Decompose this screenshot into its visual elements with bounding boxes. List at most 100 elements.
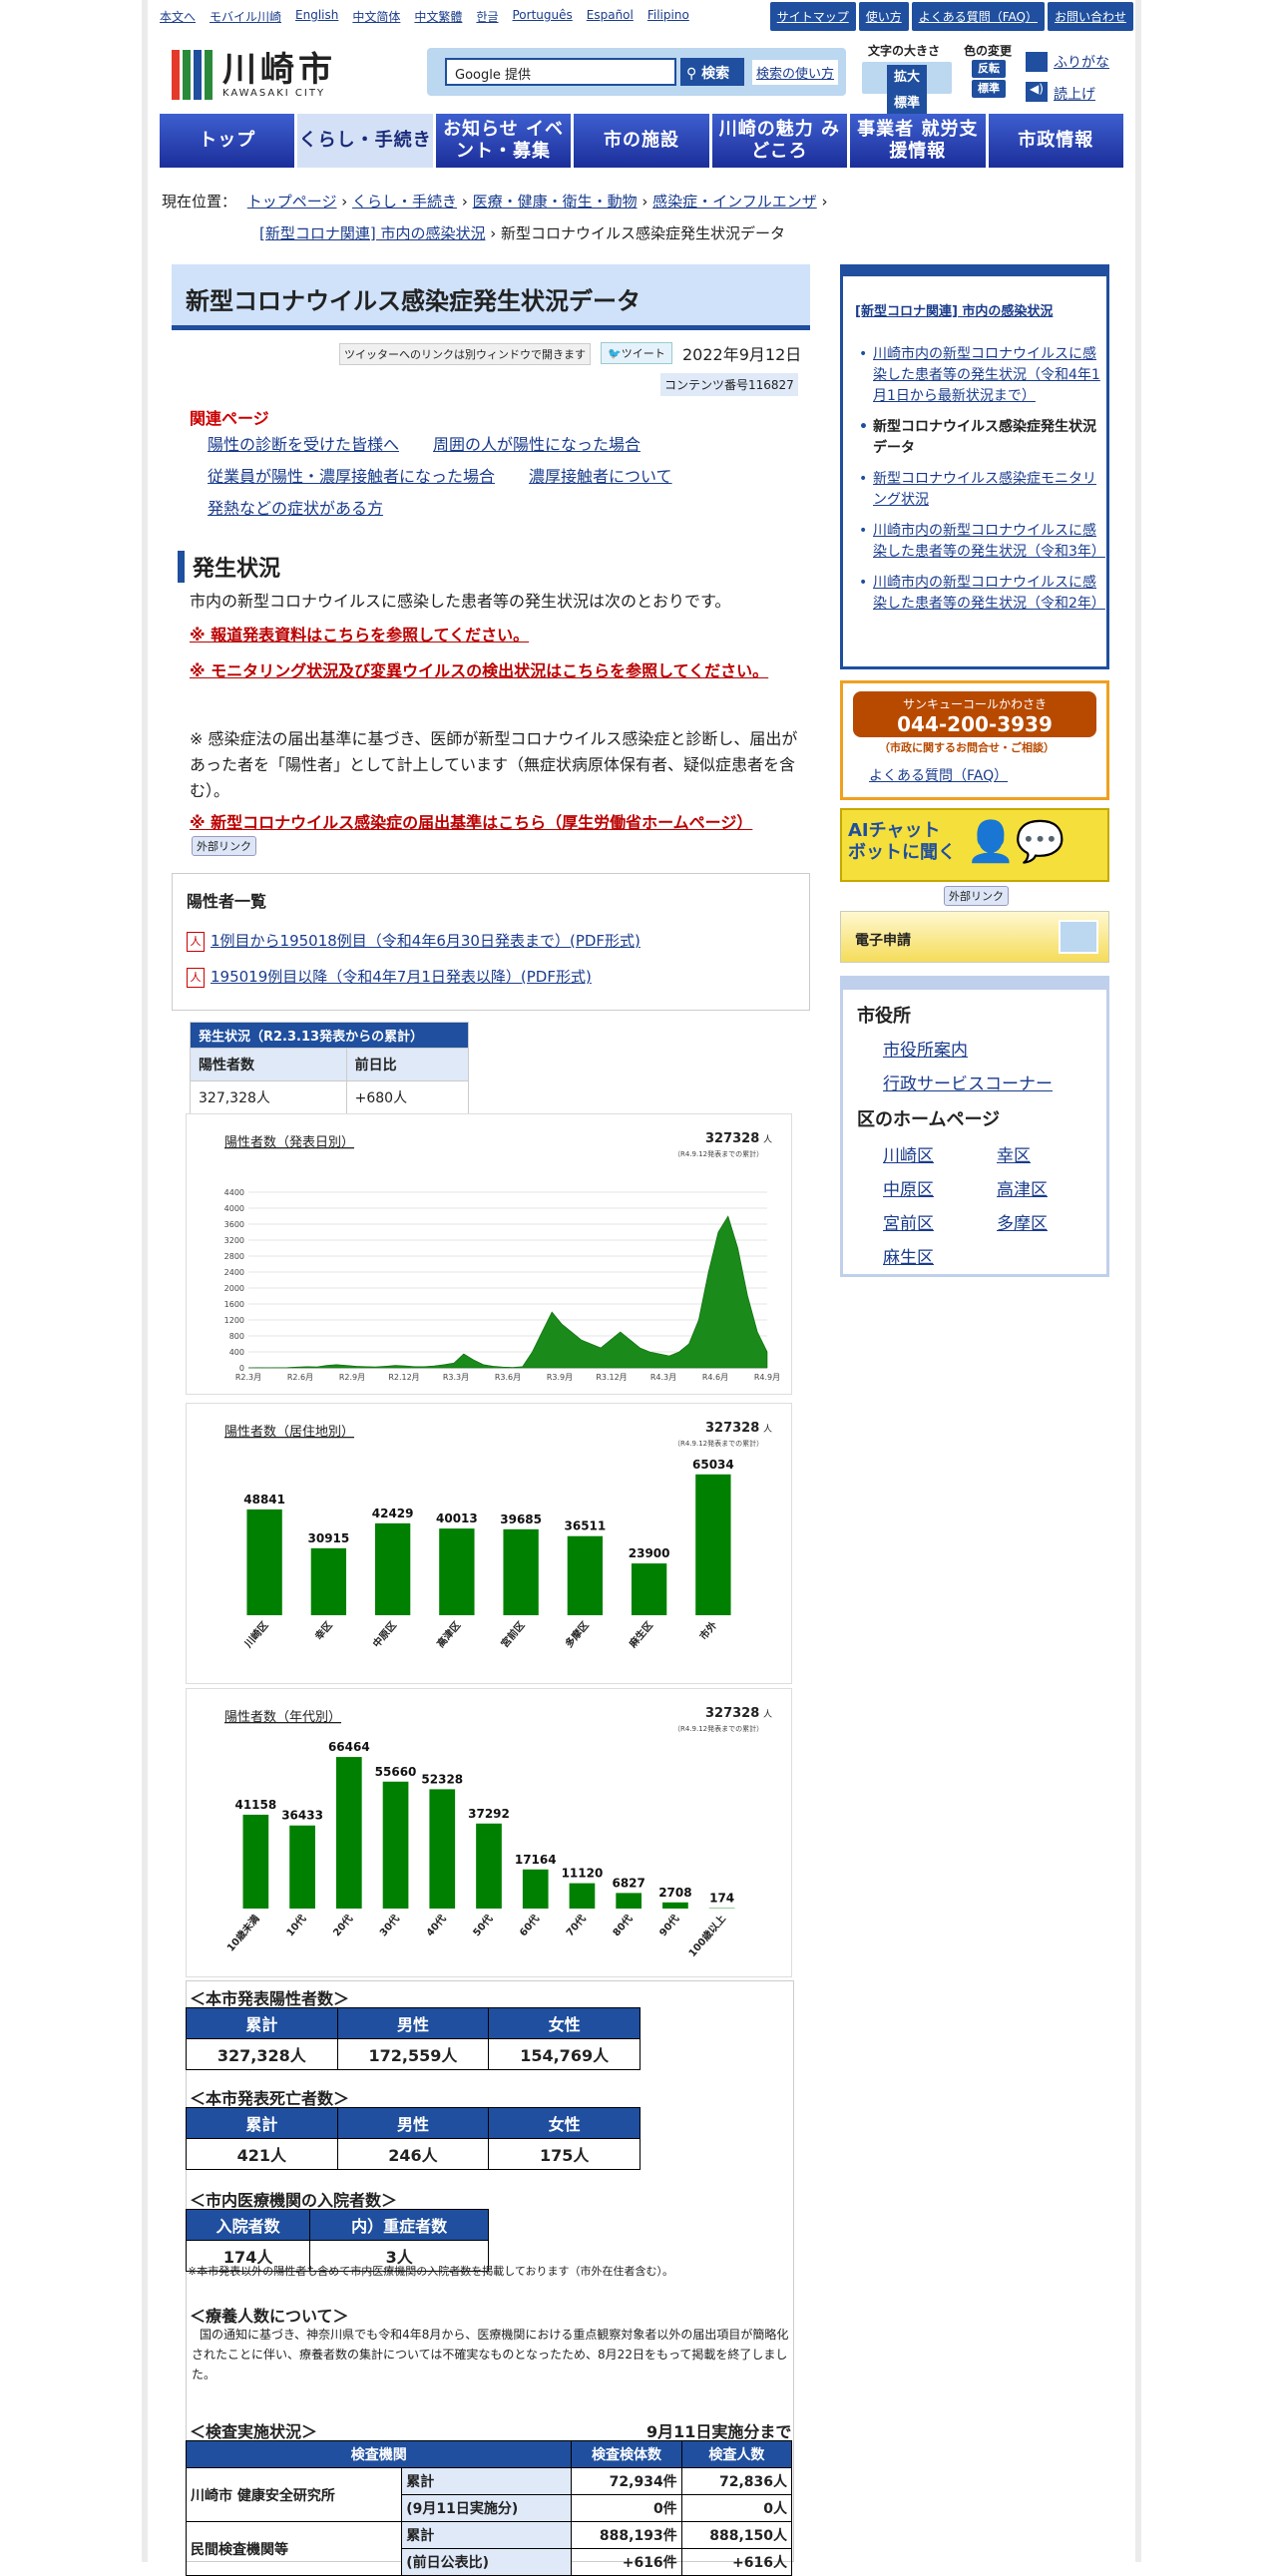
search-help-link[interactable]: 検索の使い方 <box>752 60 838 85</box>
nav-shisetsu[interactable]: 市の施設 <box>574 114 708 168</box>
x-tick-label: 麻生区 <box>626 1619 655 1651</box>
search-area: Google 提供 ⚲ 検索 検索の使い方 <box>427 48 846 96</box>
x-tick-label: R2.3月 <box>235 1373 261 1382</box>
search-icon: ⚲ <box>686 66 696 82</box>
ward-link-saiwai[interactable]: 幸区 <box>997 1141 1031 1166</box>
font-enlarge-button[interactable]: 拡大 <box>887 65 927 91</box>
x-tick-label: 10歳未満 <box>223 1913 261 1954</box>
side-nav-item[interactable]: 川崎市内の新型コロナウイルスに感染した患者等の発生状況（令和2年） <box>857 573 1102 615</box>
ward-link-miyamae[interactable]: 宮前区 <box>883 1209 934 1234</box>
city-link[interactable]: 市役所案内 <box>883 1036 968 1061</box>
related-heading: 関連ページ <box>190 407 808 431</box>
test-samples: 0件 <box>572 2495 681 2522</box>
positives-total: 327,328人 <box>187 2039 338 2070</box>
contact-link[interactable]: お問い合わせ <box>1048 2 1133 31</box>
related-link-positive[interactable]: 陽性の診断を受けた皆様へ <box>208 431 399 459</box>
nav-miryoku[interactable]: 川崎の魅力 みどころ <box>712 114 847 168</box>
chart-note: （R4.9.12発表までの累計） <box>673 1439 763 1448</box>
chatbot-icon: 👤💬 <box>966 818 1066 865</box>
util-link-spanish[interactable]: Español <box>587 8 634 25</box>
e-application-banner[interactable]: 電子申請 <box>840 911 1109 963</box>
nav-top[interactable]: トップ <box>160 114 294 168</box>
callcenter-banner[interactable]: サンキューコールかわさき 044-200-3939 <box>853 691 1096 737</box>
bar <box>570 1884 596 1909</box>
nav-kurashi[interactable]: くらし・手続き <box>297 114 432 168</box>
ward-link-takatsu[interactable]: 高津区 <box>997 1175 1048 1200</box>
test-org: 川崎市 健康安全研究所 <box>187 2468 402 2522</box>
tests-table: 検査機関検査検体数検査人数 川崎市 健康安全研究所累計72,934件72,836… <box>186 2440 792 2576</box>
breadcrumb-kurashi[interactable]: くらし・手続き <box>352 193 457 211</box>
chart-unit: 人 <box>763 1424 772 1435</box>
bar <box>375 1523 410 1615</box>
breadcrumb-top[interactable]: トップページ <box>247 193 337 211</box>
x-tick-label: R3.6月 <box>495 1373 521 1382</box>
furigana-link[interactable]: ふりがな <box>1054 52 1109 72</box>
tweet-button[interactable]: 🐦ツイート <box>601 342 672 364</box>
ward-link-kawasaki[interactable]: 川崎区 <box>883 1141 934 1166</box>
chart-title: 陽性者数（年代別） <box>224 1710 341 1725</box>
util-link-portuguese[interactable]: Português <box>513 8 573 25</box>
color-standard-button[interactable]: 標準 <box>972 80 1006 98</box>
data-label: 37292 <box>468 1807 510 1821</box>
x-tick-label: 80代 <box>610 1913 635 1939</box>
color-label: 色の変更 <box>964 42 1012 59</box>
positive-list-heading: 陽性者一覧 <box>187 888 266 912</box>
util-link-zh-tw[interactable]: 中文繁體 <box>414 8 462 25</box>
th-inpatients: 入院者数 <box>187 2210 310 2241</box>
monitoring-link[interactable]: ※ モニタリング状況及び変異ウイルスの検出状況はこちらを参照してください。 <box>190 658 810 684</box>
breadcrumb-iryo[interactable]: 医療・健康・衛生・動物 <box>473 193 638 211</box>
related-link-fever[interactable]: 発熱などの症状がある方 <box>208 495 383 523</box>
chart-note: （R4.9.12発表までの累計） <box>673 1724 763 1733</box>
util-link-mobile[interactable]: モバイル川崎 <box>210 8 281 25</box>
related-link-surrounding[interactable]: 周囲の人が陽性になった場合 <box>433 431 640 459</box>
test-org: 民間検査機関等 <box>187 2522 402 2576</box>
related-link-employee[interactable]: 従業員が陽性・濃厚接触者になった場合 <box>208 459 495 495</box>
side-nav-item[interactable]: 川崎市内の新型コロナウイルスに感染した患者等の発生状況（令和4年1月1日から最新… <box>857 344 1102 407</box>
util-link-skip[interactable]: 本文へ <box>160 8 196 25</box>
ai-chatbot-banner[interactable]: AIチャットボットに聞く 👤💬 <box>840 808 1109 882</box>
section-note: ※ 感染症法の届出基準に基づき、医師が新型コロナウイルス感染症と診断し、届出があ… <box>190 726 810 804</box>
list-item[interactable]: 人1例目から195018例目（令和4年6月30日発表まで）(PDF形式) <box>187 930 640 952</box>
callcenter-faq-link[interactable]: よくある質問（FAQ） <box>869 765 1008 785</box>
util-link-filipino[interactable]: Filipino <box>647 8 689 25</box>
color-invert-button[interactable]: 反転 <box>972 60 1006 78</box>
nav-jigyosha[interactable]: 事業者 就労支援情報 <box>850 114 985 168</box>
speaker-icon: ◀) <box>1026 82 1048 102</box>
ward-link-asao[interactable]: 麻生区 <box>883 1243 934 1268</box>
side-nav-heading[interactable]: [新型コロナ関連] 市内の感染状況 <box>855 300 1053 319</box>
series-area <box>248 1216 767 1368</box>
breadcrumb-covid[interactable]: [新型コロナ関連] 市内の感染状況 <box>259 224 485 242</box>
breadcrumb-kansen[interactable]: 感染症・インフルエンザ <box>652 193 817 211</box>
side-nav: [新型コロナ関連] 市内の感染状況 川崎市内の新型コロナウイルスに感染した患者等… <box>840 264 1109 669</box>
x-tick-label: 50代 <box>470 1913 495 1939</box>
yomiage-link[interactable]: 読上げ <box>1054 84 1095 104</box>
x-tick-label: R3.9月 <box>547 1373 573 1382</box>
sitemap-link[interactable]: サイトマップ <box>770 2 856 31</box>
y-tick-label: 0 <box>239 1364 244 1373</box>
util-link-english[interactable]: English <box>295 8 338 25</box>
related-link-contact[interactable]: 濃厚接触者について <box>529 459 672 495</box>
ward-link-tama[interactable]: 多摩区 <box>997 1209 1048 1234</box>
util-link-korean[interactable]: 한글 <box>476 8 498 25</box>
site-logo[interactable]: 川崎市 KAWASAKI CITY <box>172 50 336 100</box>
howto-link[interactable]: 使い方 <box>859 2 909 31</box>
list-item[interactable]: 人195019例目以降（令和4年7月1日発表以降）(PDF形式) <box>187 966 592 988</box>
test-sub: 累計 <box>402 2468 572 2495</box>
ryoyo-text: 国の通知に基づき、神奈川県でも令和4年8月から、医療機関における重点観察対象者以… <box>192 2325 790 2384</box>
faq-link[interactable]: よくある質問（FAQ） <box>912 2 1045 31</box>
criteria-link[interactable]: ※ 新型コロナウイルス感染症の届出基準はこちら（厚生労働省ホームページ） <box>190 810 810 836</box>
side-nav-item[interactable]: 新型コロナウイルス感染症モニタリング状況 <box>857 469 1102 511</box>
util-link-zh-cn[interactable]: 中文简体 <box>352 8 400 25</box>
nav-shisei[interactable]: 市政情報 <box>989 114 1123 168</box>
data-label: 36511 <box>565 1519 607 1533</box>
side-nav-item[interactable]: 川崎市内の新型コロナウイルスに感染した患者等の発生状況（令和3年） <box>857 521 1102 563</box>
test-people: 888,150人 <box>681 2522 791 2549</box>
ward-link-nakahara[interactable]: 中原区 <box>883 1175 934 1200</box>
search-button[interactable]: ⚲ 検索 <box>680 58 744 86</box>
search-input[interactable]: Google 提供 <box>445 58 676 86</box>
y-tick-label: 2800 <box>224 1252 244 1261</box>
city-link[interactable]: 行政サービスコーナー <box>883 1070 1053 1094</box>
nav-oshirase[interactable]: お知らせ イベント・募集 <box>436 114 571 168</box>
press-link[interactable]: ※ 報道発表資料はこちらを参照してください。 <box>190 623 810 648</box>
computer-icon <box>1059 920 1098 954</box>
